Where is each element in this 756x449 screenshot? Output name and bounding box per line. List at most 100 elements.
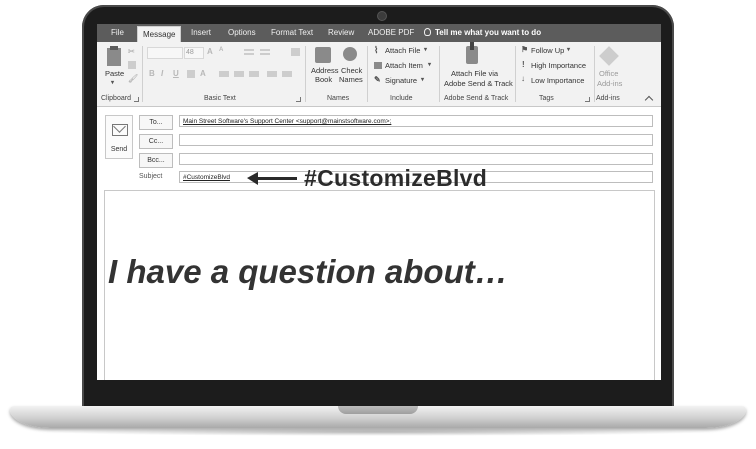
- callout-arrow-icon: [247, 172, 258, 185]
- ribbon-tab-bar: File Message Insert Options Format Text …: [97, 24, 661, 43]
- grow-font-icon[interactable]: A: [207, 47, 213, 56]
- tags-launcher-icon[interactable]: [585, 97, 590, 102]
- hashtag-callout: #CustomizeBlvd: [304, 165, 488, 191]
- office-addins-button-line2[interactable]: Add-ins: [597, 79, 622, 88]
- attach-file-button[interactable]: Attach File: [385, 46, 420, 55]
- align-center-icon[interactable]: [234, 71, 244, 77]
- clipboard-clip-icon: [110, 46, 118, 50]
- bcc-field[interactable]: [179, 153, 653, 165]
- compose-area: Send To... Main Street Software's Suppor…: [97, 107, 661, 380]
- clipboard-launcher-icon[interactable]: [134, 97, 139, 102]
- tell-me-search[interactable]: Tell me what you want to do: [435, 28, 541, 37]
- to-field[interactable]: Main Street Software's Support Center <s…: [179, 115, 653, 127]
- laptop-shadow: [40, 428, 716, 436]
- font-color-icon[interactable]: A: [200, 69, 206, 78]
- copy-icon[interactable]: [128, 61, 136, 69]
- tab-options[interactable]: Options: [228, 28, 256, 37]
- group-separator: [594, 46, 595, 102]
- chevron-down-icon: ▾: [424, 47, 428, 53]
- send-button[interactable]: Send: [105, 115, 133, 159]
- signature-icon: ✎: [374, 75, 381, 84]
- group-separator: [515, 46, 516, 102]
- tab-file[interactable]: File: [111, 28, 124, 37]
- tab-message[interactable]: Message: [137, 26, 182, 43]
- upload-arrow-icon: [470, 42, 474, 50]
- italic-icon[interactable]: I: [161, 69, 163, 78]
- send-label: Send: [110, 146, 128, 153]
- group-label-addins: Add-ins: [596, 95, 620, 102]
- laptop-notch: [338, 406, 418, 414]
- ribbon: Paste ▾ ✂ 🖌 Clipboard 48 A A B I U A Bas…: [97, 42, 661, 107]
- tab-review[interactable]: Review: [328, 28, 354, 37]
- tab-insert[interactable]: Insert: [191, 28, 211, 37]
- font-name-input[interactable]: [147, 47, 183, 59]
- align-right-icon[interactable]: [249, 71, 259, 77]
- highlight-icon[interactable]: [187, 70, 195, 78]
- camera: [378, 12, 386, 20]
- to-recipient: Main Street Software's Support Center <s…: [183, 118, 392, 125]
- address-book-button[interactable]: Address: [311, 66, 339, 75]
- check-names-button-line2[interactable]: Names: [339, 75, 363, 84]
- check-names-button[interactable]: Check: [341, 66, 362, 75]
- group-separator: [142, 46, 143, 102]
- high-importance-button[interactable]: High Importance: [531, 61, 586, 70]
- attach-item-button[interactable]: Attach Item: [385, 61, 423, 70]
- chevron-down-icon: ▾: [428, 62, 432, 68]
- follow-up-button[interactable]: Follow Up: [531, 46, 564, 55]
- font-size-input[interactable]: 48: [184, 47, 204, 59]
- group-label-include: Include: [390, 95, 413, 102]
- group-label-clipboard: Clipboard: [101, 95, 131, 102]
- align-left-icon[interactable]: [219, 71, 229, 77]
- bcc-button[interactable]: Bcc...: [139, 153, 173, 168]
- high-importance-icon: !: [522, 60, 525, 69]
- group-label-basic-text: Basic Text: [204, 95, 236, 102]
- attach-via-adobe-button[interactable]: Attach File via: [451, 69, 498, 78]
- collapse-ribbon-icon[interactable]: [644, 95, 654, 105]
- group-label-names: Names: [327, 95, 350, 102]
- subject-text: #CustomizeBlvd: [183, 174, 230, 181]
- attach-item-icon: [374, 62, 382, 69]
- group-label-adobe: Adobe Send & Track: [444, 95, 509, 102]
- numbering-icon[interactable]: [260, 49, 270, 51]
- paste-button[interactable]: Paste: [105, 69, 124, 78]
- shrink-font-icon[interactable]: A: [219, 47, 223, 53]
- signature-button[interactable]: Signature: [385, 76, 417, 85]
- increase-indent-icon[interactable]: [282, 71, 292, 77]
- paste-icon: [107, 48, 121, 66]
- chevron-down-icon: ▾: [421, 77, 425, 83]
- chevron-down-icon: ▾: [567, 47, 571, 53]
- decrease-indent-icon[interactable]: [267, 71, 277, 77]
- group-label-tags: Tags: [539, 95, 554, 102]
- attach-via-adobe-button-line2[interactable]: Adobe Send & Track: [444, 79, 513, 88]
- bold-icon[interactable]: B: [149, 69, 155, 78]
- clear-formatting-icon[interactable]: [291, 48, 300, 56]
- office-addins-button[interactable]: Office: [599, 69, 618, 78]
- tab-format-text[interactable]: Format Text: [271, 28, 313, 37]
- office-addins-icon: [599, 46, 619, 66]
- format-painter-icon[interactable]: 🖌: [128, 74, 138, 83]
- flag-icon: ⚑: [521, 45, 529, 54]
- tab-adobe-pdf[interactable]: ADOBE PDF: [368, 28, 414, 37]
- lightbulb-icon: [424, 28, 431, 36]
- subject-label: Subject: [139, 173, 163, 180]
- numbering-icon-line: [260, 53, 270, 55]
- address-book-icon: [315, 47, 331, 63]
- to-button[interactable]: To...: [139, 115, 173, 130]
- group-separator: [305, 46, 306, 102]
- underline-icon[interactable]: U: [173, 69, 179, 78]
- check-names-icon: [343, 47, 357, 61]
- group-separator: [367, 46, 368, 102]
- basic-text-launcher-icon[interactable]: [296, 97, 301, 102]
- outlook-message-window: File Message Insert Options Format Text …: [97, 24, 661, 380]
- chevron-down-icon: ▾: [111, 80, 115, 86]
- cc-field[interactable]: [179, 134, 653, 146]
- bullets-icon[interactable]: [244, 49, 254, 51]
- low-importance-button[interactable]: Low Importance: [531, 76, 584, 85]
- cc-button[interactable]: Cc...: [139, 134, 173, 149]
- low-importance-icon: ↓: [521, 74, 525, 83]
- address-book-button-line2[interactable]: Book: [315, 75, 332, 84]
- cut-icon[interactable]: ✂: [128, 47, 135, 56]
- group-separator: [439, 46, 440, 102]
- paperclip-icon: ⌇: [374, 45, 379, 55]
- laptop-base: [10, 406, 746, 428]
